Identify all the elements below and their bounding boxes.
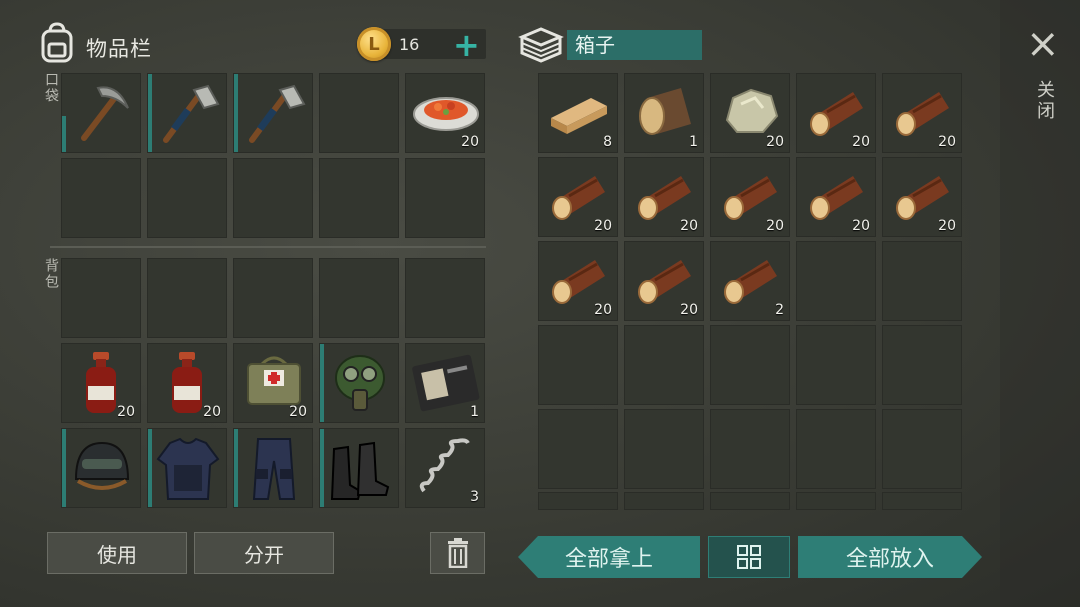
box-slot[interactable]: 1	[624, 73, 704, 153]
backpack-slot[interactable]	[147, 258, 227, 338]
item-quantity: 20	[680, 302, 698, 318]
pocket-slot[interactable]	[147, 158, 227, 238]
backpack-slot[interactable]	[61, 258, 141, 338]
backpack-slot[interactable]: 1	[405, 343, 485, 423]
backpack-slot[interactable]	[319, 428, 399, 508]
box-slot[interactable]	[624, 492, 704, 510]
put-all-label: 全部放入	[845, 547, 934, 572]
item-quantity: 20	[938, 134, 956, 150]
item-quantity: 3	[470, 489, 479, 505]
backpack-slot[interactable]	[319, 343, 399, 423]
pocket-slot[interactable]	[61, 73, 141, 153]
split-button[interactable]: 分开	[194, 532, 334, 574]
item-quantity: 20	[938, 218, 956, 234]
item-quantity: 20	[766, 218, 784, 234]
box-slot[interactable]	[796, 325, 876, 405]
backpack-icon	[38, 22, 76, 64]
use-button[interactable]: 使用	[47, 532, 187, 574]
item-quantity: 20	[289, 404, 307, 420]
pocket-slot[interactable]	[319, 73, 399, 153]
coin-amount: 16	[399, 35, 420, 54]
backpack-slot[interactable]: 20	[61, 343, 141, 423]
item-quantity: 20	[766, 134, 784, 150]
pocket-slot[interactable]	[405, 158, 485, 238]
box-slot[interactable]	[882, 409, 962, 489]
pocket-slot[interactable]	[233, 158, 313, 238]
box-slot[interactable]	[882, 241, 962, 321]
inventory-title: 物品栏	[86, 37, 152, 61]
backpack-label: 背包	[43, 258, 59, 290]
item-quantity: 20	[461, 134, 479, 150]
box-slot[interactable]: 20	[624, 241, 704, 321]
box-slot[interactable]	[882, 492, 962, 510]
box-slot[interactable]: 20	[796, 157, 876, 237]
item-quantity: 20	[594, 218, 612, 234]
box-slot[interactable]	[710, 409, 790, 489]
item-quantity: 20	[117, 404, 135, 420]
item-quantity: 20	[680, 218, 698, 234]
box-slot[interactable]: 20	[538, 157, 618, 237]
take-all-label: 全部拿上	[564, 547, 653, 572]
item-quantity: 20	[594, 302, 612, 318]
box-slot[interactable]	[624, 325, 704, 405]
box-slot[interactable]	[624, 409, 704, 489]
item-quantity: 20	[852, 134, 870, 150]
close-label[interactable]: 关闭	[1031, 80, 1057, 122]
item-quantity: 1	[470, 404, 479, 420]
pocket-slot[interactable]	[233, 73, 313, 153]
pocket-slot[interactable]	[147, 73, 227, 153]
box-slot[interactable]	[538, 325, 618, 405]
take-all-button[interactable]: 全部拿上	[518, 536, 700, 578]
trash-icon	[447, 538, 468, 568]
coin-icon: L	[357, 27, 391, 61]
coin-symbol: L	[368, 33, 380, 55]
box-icon	[518, 25, 564, 63]
box-slot[interactable]	[538, 492, 618, 510]
backpack-slot[interactable]	[233, 428, 313, 508]
container-name: 箱子	[567, 30, 702, 60]
backpack-slot[interactable]	[405, 258, 485, 338]
box-slot[interactable]	[710, 492, 790, 510]
backpack-slot[interactable]: 3	[405, 428, 485, 508]
backpack-slot[interactable]	[319, 258, 399, 338]
item-quantity: 2	[775, 302, 784, 318]
pocket-slot[interactable]	[61, 158, 141, 238]
box-slot[interactable]: 2	[710, 241, 790, 321]
item-quantity: 1	[689, 134, 698, 150]
box-slot[interactable]	[538, 409, 618, 489]
box-slot[interactable]: 20	[882, 73, 962, 153]
pocket-label: 口袋	[43, 72, 59, 104]
box-slot[interactable]: 20	[624, 157, 704, 237]
box-slot[interactable]: 20	[882, 157, 962, 237]
box-slot[interactable]: 20	[538, 241, 618, 321]
pocket-slot[interactable]	[319, 158, 399, 238]
box-slot[interactable]: 20	[796, 73, 876, 153]
backpack-slot[interactable]: 20	[147, 343, 227, 423]
box-slot[interactable]	[796, 409, 876, 489]
trash-button[interactable]	[430, 532, 485, 574]
backpack-slot[interactable]	[61, 428, 141, 508]
grid-icon	[737, 545, 761, 569]
backpack-slot[interactable]	[147, 428, 227, 508]
box-slot[interactable]: 20	[710, 73, 790, 153]
box-slot[interactable]: 20	[710, 157, 790, 237]
backpack-slot[interactable]	[233, 258, 313, 338]
box-slot[interactable]	[796, 492, 876, 510]
section-divider	[50, 246, 486, 248]
box-slot[interactable]: 8	[538, 73, 618, 153]
put-all-button[interactable]: 全部放入	[798, 536, 982, 578]
item-quantity: 8	[603, 134, 612, 150]
box-slot[interactable]	[710, 325, 790, 405]
pocket-slot[interactable]: 20	[405, 73, 485, 153]
close-icon[interactable]: ×	[1026, 24, 1060, 64]
backpack-slot[interactable]: 20	[233, 343, 313, 423]
box-slot[interactable]	[796, 241, 876, 321]
item-quantity: 20	[203, 404, 221, 420]
box-slot[interactable]	[882, 325, 962, 405]
buy-coins-button[interactable]: +	[453, 29, 480, 61]
sort-button[interactable]	[708, 536, 790, 578]
item-quantity: 20	[852, 218, 870, 234]
